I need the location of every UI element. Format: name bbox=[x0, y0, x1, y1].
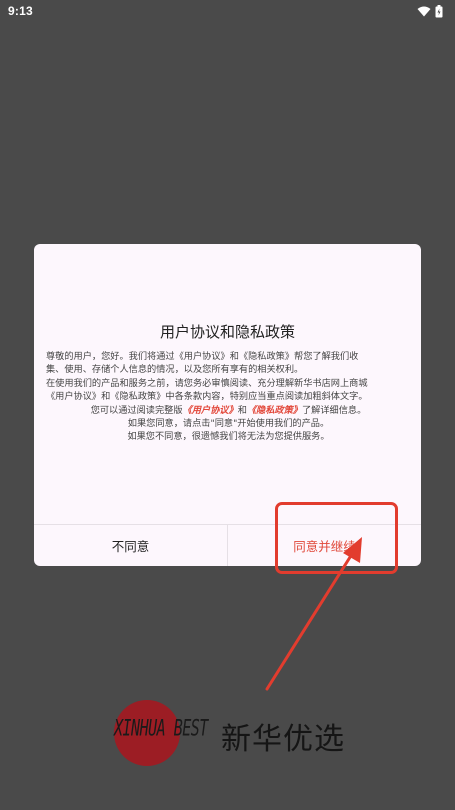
body-line: 集、使用、存储个人信息的情况，以及您所有享有的相关权利。 bbox=[46, 364, 304, 376]
user-agreement-link[interactable]: 《用户协议》 bbox=[183, 405, 238, 416]
body-line: 尊敬的用户，您好。我们将通过《用户协议》和《隐私政策》帮您了解我们收 bbox=[46, 351, 359, 362]
disagree-button[interactable]: 不同意 bbox=[34, 525, 227, 566]
status-time: 9:13 bbox=[8, 4, 33, 18]
status-icons bbox=[417, 4, 443, 18]
highlight-box bbox=[275, 502, 398, 574]
dialog-body: 尊敬的用户，您好。我们将通过《用户协议》和《隐私政策》帮您了解我们收 集、使用、… bbox=[46, 350, 411, 444]
body-line: 如果您不同意，很遗憾我们将无法为您提供服务。 bbox=[127, 431, 330, 443]
wifi-icon bbox=[417, 6, 431, 16]
privacy-policy-link[interactable]: 《隐私政策》 bbox=[247, 405, 302, 416]
logo-latin-text: XINHUA BEST bbox=[114, 714, 208, 742]
body-line: 如果您同意，请点击"同意"开始使用我们的产品。 bbox=[127, 418, 330, 430]
dialog-title: 用户协议和隐私政策 bbox=[159, 323, 295, 341]
body-line-links: 您可以通过阅读完整版《用户协议》和《隐私政策》了解详细信息。 bbox=[46, 404, 411, 417]
app-logo: XINHUA BEST bbox=[114, 700, 208, 766]
battery-icon bbox=[435, 4, 443, 17]
body-text: 和 bbox=[237, 404, 247, 416]
body-text: 了解详细信息。 bbox=[302, 404, 367, 416]
status-bar: 9:13 bbox=[0, 0, 455, 22]
logo-chinese-text: 新华优选 bbox=[221, 722, 345, 757]
logo-emblem: XINHUA BEST bbox=[114, 700, 208, 766]
body-text: 您可以通过阅读完整版 bbox=[90, 404, 183, 416]
body-line: 《用户协议》和《隐私政策》中各条款内容，特别应当重点阅读加粗斜体文字。 bbox=[46, 391, 368, 403]
body-line: 在使用我们的产品和服务之前，请您务必审慎阅读、充分理解新华书店网上商城 bbox=[46, 377, 368, 389]
